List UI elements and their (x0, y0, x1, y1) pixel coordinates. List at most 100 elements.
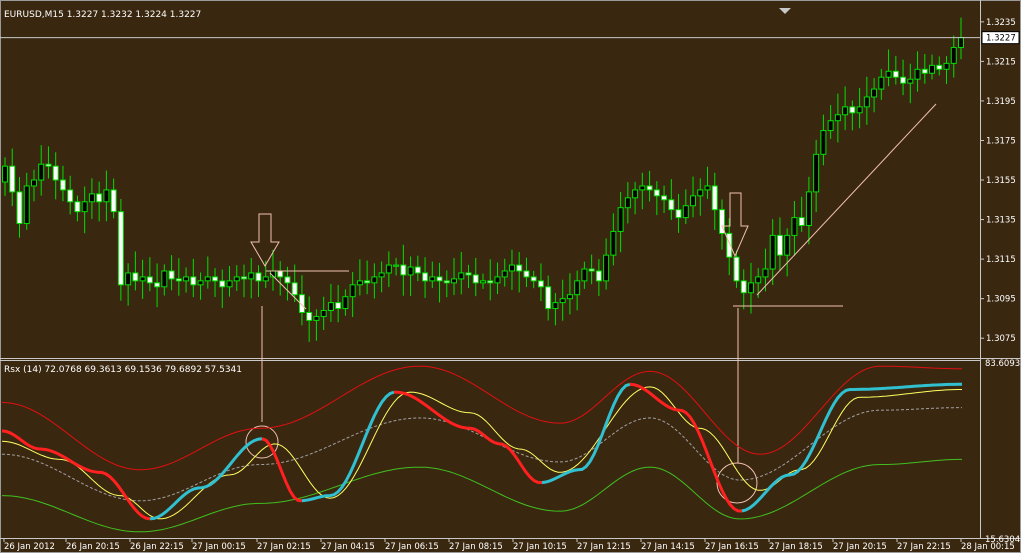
candle-bear (277, 270, 284, 278)
candle-bull (566, 294, 573, 300)
candle-bull (834, 114, 841, 122)
candle-bull (914, 68, 921, 80)
candle-bull (871, 88, 878, 98)
candle-bull (559, 298, 566, 304)
candle-bear (306, 312, 313, 321)
candle-bull (907, 78, 914, 84)
candle-bear (117, 211, 124, 286)
candle-bull (226, 280, 233, 288)
candle-bull (103, 189, 110, 203)
candle-bear (364, 280, 371, 284)
y-tick-label: 1.3115 (986, 255, 1016, 265)
candle-bull (407, 266, 414, 276)
rsx-rising (301, 390, 395, 503)
candle-bull (697, 189, 704, 197)
x-tick-label: 27 Jan 12:15 (577, 542, 631, 552)
candle-bear (443, 280, 450, 284)
annotations (245, 103, 937, 504)
candle-bull (929, 64, 936, 74)
candle-bear (849, 106, 856, 114)
candle-bear (255, 272, 262, 282)
candle-bear (59, 179, 66, 191)
candle-bear (96, 193, 103, 203)
candle-bear (291, 282, 298, 296)
candle-bull (610, 230, 617, 256)
candle-bull (327, 302, 334, 312)
y-tick-label: 1.3175 (986, 136, 1016, 146)
candle-bear (219, 280, 226, 288)
candle-bull (342, 296, 349, 310)
candle-bear (798, 217, 805, 227)
candle-bear (241, 276, 247, 280)
candle-bear (284, 276, 291, 284)
indicator-title: Rsx (14) 72.0768 69.3613 69.1536 79.6892… (4, 365, 242, 375)
x-tick-label: 26 Jan 20:15 (66, 542, 120, 552)
candle-bull (494, 276, 501, 284)
signal-line (1, 386, 962, 520)
y-tick-label: 1.3235 (986, 18, 1016, 28)
last-price-label: 1.3227 (986, 34, 1016, 44)
candle-bull (458, 272, 465, 280)
candle-bull (690, 195, 697, 207)
candle-bull (197, 280, 204, 286)
candle-bull (827, 120, 834, 132)
candle-bull (617, 207, 624, 232)
lower-band (1, 458, 962, 533)
candle-bear (588, 268, 595, 272)
candle-bear (110, 189, 117, 213)
y-tick-label: 1.3095 (986, 295, 1016, 305)
candle-bear (646, 185, 653, 191)
candle-bull (349, 284, 356, 298)
candle-bear (733, 256, 740, 282)
candle-bull (791, 217, 798, 236)
candle-bear (936, 64, 943, 70)
candle-bull (183, 276, 190, 282)
candle-bull (762, 268, 769, 278)
candle-bear (711, 185, 718, 211)
candle-bull (429, 276, 436, 282)
rsx-falling (1, 429, 151, 521)
x-tick-label: 26 Jan 2012 (4, 542, 55, 552)
candle-bull (755, 276, 762, 284)
candle-bull (38, 163, 45, 181)
candle-bear (190, 276, 197, 286)
candle-bear (516, 264, 523, 272)
x-tick-label: 27 Jan 14:15 (641, 542, 695, 552)
x-tick-label: 27 Jan 02:15 (257, 542, 311, 552)
x-tick-label: 27 Jan 16:15 (705, 542, 759, 552)
candle-bull (23, 185, 30, 225)
y-tick-label: 1.3155 (986, 176, 1016, 186)
candle-bull (552, 302, 559, 310)
x-tick-label: 27 Jan 00:15 (192, 542, 246, 552)
candle-bear (653, 189, 660, 197)
candle-bear (146, 276, 153, 284)
x-tick-label: 27 Jan 04:15 (321, 542, 375, 552)
candle-bull (632, 189, 639, 199)
candle-bear (523, 270, 530, 278)
candle-bull (682, 205, 689, 219)
candle-bear (892, 70, 899, 78)
candle-bear (545, 286, 552, 310)
x-tick-label: 26 Jan 22:15 (130, 542, 184, 552)
candle-bull (161, 270, 168, 288)
rsx-indicator (1, 365, 963, 533)
candle-bear (212, 276, 219, 282)
candle-bear (675, 209, 682, 219)
candle-bull (958, 37, 964, 49)
candle-bear (175, 278, 182, 282)
candle-bear (472, 274, 479, 284)
candle-bull (769, 234, 776, 270)
candle-bear (487, 280, 494, 284)
candle-bull (30, 179, 37, 187)
candle-bear (661, 195, 668, 201)
candle-bull (639, 185, 646, 191)
candle-bull (451, 278, 458, 284)
candle-bull (139, 276, 146, 282)
candle-bear (9, 165, 16, 193)
candle-bear (132, 272, 139, 282)
candle-bear (154, 282, 161, 288)
y-axis: 1.3235 1.3215 1.3195 1.3175 1.3155 1.3135 1.31… (980, 18, 1020, 545)
candle-bear (414, 266, 421, 274)
candle-bull (950, 47, 957, 64)
chart-window: 1.3235 1.3215 1.3195 1.3175 1.3155 1.3135 1.31… (0, 0, 1021, 553)
